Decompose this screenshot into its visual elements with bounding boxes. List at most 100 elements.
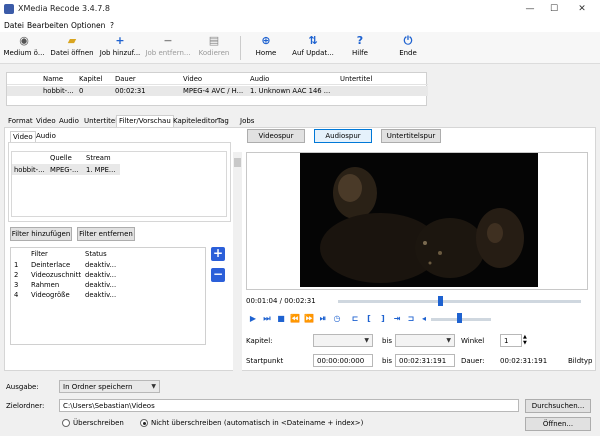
- chevron-down-icon: ▼: [364, 337, 369, 344]
- menu-datei[interactable]: Datei: [4, 21, 24, 30]
- open-file-button[interactable]: ▰ Datei öffnen: [48, 33, 96, 63]
- add-filter-button[interactable]: Filter hinzufügen: [10, 227, 72, 241]
- toolbar-separator: [240, 36, 241, 60]
- encode-icon: ▤: [208, 34, 220, 47]
- filter-name: Deinterlace: [31, 261, 71, 269]
- bracket-right-icon[interactable]: ]: [378, 314, 388, 324]
- step-forward-icon[interactable]: ⏭: [262, 314, 272, 324]
- window-title: XMedia Recode 3.4.7.8: [18, 4, 110, 13]
- kapitel-bis-label: bis: [382, 337, 393, 345]
- audiospur-button[interactable]: Audiospur: [314, 129, 372, 143]
- overwrite-radio[interactable]: [62, 419, 70, 427]
- mark-end-icon[interactable]: ⊐: [406, 314, 416, 324]
- dauer-label: Dauer:: [461, 357, 485, 365]
- winkel-input[interactable]: 1: [500, 334, 522, 347]
- globe-icon: ⊕: [261, 34, 271, 47]
- encode-button[interactable]: ▤ Kodieren: [196, 33, 232, 63]
- subtab-audio[interactable]: Audio: [34, 131, 58, 142]
- help-icon: ?: [356, 34, 364, 47]
- untertitelspur-button[interactable]: Untertitelspur: [381, 129, 441, 143]
- start-bis-label: bis: [382, 357, 393, 365]
- minimize-button[interactable]: —: [520, 2, 540, 16]
- menu-help[interactable]: ?: [110, 21, 114, 30]
- filter-nr: 1: [14, 261, 19, 269]
- stream-list[interactable]: Quelle Stream hobbit-... MPEG-... 1. MPE…: [11, 151, 227, 217]
- job-video: MPEG-4 AVC / H...: [183, 87, 244, 95]
- table-row[interactable]: hobbit-... 0 00:02:31 MPEG-4 AVC / H... …: [7, 86, 428, 96]
- winkel-spinner[interactable]: ▲ ▼: [523, 334, 527, 346]
- tab-kapiteleditor[interactable]: Kapiteleditor: [171, 116, 220, 127]
- seek-thumb[interactable]: [438, 296, 444, 306]
- menu-optionen[interactable]: Optionen: [71, 21, 105, 30]
- tab-tag[interactable]: Tag: [215, 116, 231, 127]
- seek-bar[interactable]: [338, 300, 581, 303]
- tab-jobs[interactable]: Jobs: [238, 116, 256, 127]
- kapitel-label: Kapitel:: [246, 337, 273, 345]
- open-folder-button[interactable]: Öffnen...: [525, 417, 591, 431]
- vertical-scrollbar[interactable]: [233, 152, 242, 374]
- volume-thumb[interactable]: [456, 313, 462, 323]
- filter-status: deaktiv...: [85, 281, 117, 289]
- timer-icon[interactable]: ◷: [332, 314, 342, 324]
- scrollbar-thumb[interactable]: [234, 158, 241, 167]
- volume-icon[interactable]: ◂: [419, 314, 429, 324]
- help-button[interactable]: ? Hilfe: [346, 33, 374, 63]
- kapitel-from-select[interactable]: ▼: [313, 334, 373, 347]
- mark-start-icon[interactable]: ⊏: [350, 314, 360, 324]
- menu-bar: Datei Bearbeiten Optionen ?: [0, 18, 600, 32]
- col-untertitel: Untertitel: [340, 75, 373, 83]
- add-job-button[interactable]: + Job hinzuf...: [98, 33, 142, 63]
- subtab-video[interactable]: Video: [10, 131, 36, 142]
- filter-nr: 4: [14, 291, 19, 299]
- tab-video[interactable]: Video: [34, 116, 58, 127]
- home-button[interactable]: ⊕ Home: [250, 33, 282, 63]
- table-row[interactable]: 4 Videogröße deaktiv...: [11, 290, 121, 300]
- no-overwrite-radio[interactable]: [140, 419, 148, 427]
- table-row[interactable]: hobbit-... MPEG-... 1. MPE...: [12, 164, 120, 175]
- next-frame-icon[interactable]: ⏯: [318, 314, 328, 324]
- add-filter-icon-button[interactable]: +: [211, 247, 225, 261]
- start-to-input[interactable]: 00:02:31:191: [395, 354, 455, 367]
- start-from-input[interactable]: 00:00:00:000: [313, 354, 373, 367]
- col-filter: Filter: [31, 250, 48, 258]
- power-icon: ⏻: [403, 34, 413, 47]
- browse-button[interactable]: Durchsuchen...: [525, 399, 591, 413]
- refresh-icon: ⇅: [308, 34, 318, 47]
- kapitel-to-select[interactable]: ▼: [395, 334, 455, 347]
- zielordner-input[interactable]: C:\Users\Sebastian\Videos: [59, 399, 519, 412]
- tab-filter-vorschau[interactable]: Filter/Vorschau: [116, 115, 174, 127]
- table-row[interactable]: 1 Deinterlace deaktiv...: [11, 260, 121, 270]
- videospur-button[interactable]: Videospur: [247, 129, 305, 143]
- menu-bearbeiten[interactable]: Bearbeiten: [27, 21, 68, 30]
- remove-filter-button[interactable]: Filter entfernen: [77, 227, 135, 241]
- app-icon: [4, 4, 14, 14]
- filter-nr: 3: [14, 281, 19, 289]
- filter-name: Rahmen: [31, 281, 60, 289]
- tab-untertitel[interactable]: Untertitel: [82, 116, 119, 127]
- remove-filter-icon-button[interactable]: −: [211, 268, 225, 282]
- rewind-icon[interactable]: ⏪: [290, 314, 300, 324]
- open-medium-button[interactable]: ◉ Medium ö...: [2, 33, 46, 63]
- video-still: [300, 153, 538, 287]
- play-icon[interactable]: ▶: [248, 314, 258, 324]
- exit-button[interactable]: ⏻ Ende: [394, 33, 422, 63]
- bracket-left-icon[interactable]: [: [364, 314, 374, 324]
- zielordner-label: Zielordner:: [6, 402, 45, 410]
- remove-job-button[interactable]: − Job entfern...: [144, 33, 192, 63]
- maximize-button[interactable]: ☐: [544, 2, 564, 16]
- filter-list[interactable]: Filter Status 1 Deinterlace deaktiv... 2…: [10, 247, 206, 345]
- table-row[interactable]: 2 Videozuschnitt deaktiv...: [11, 270, 121, 280]
- no-overwrite-label: Nicht überschreiben (automatisch in <Dat…: [151, 419, 364, 427]
- jump-in-icon[interactable]: ⇥: [392, 314, 402, 324]
- job-list[interactable]: Name Kapitel Dauer Video Audio Untertite…: [6, 72, 428, 106]
- close-button[interactable]: ✕: [572, 2, 592, 16]
- job-audio: 1. Unknown AAC 146 ...: [250, 87, 331, 95]
- tab-audio[interactable]: Audio: [57, 116, 81, 127]
- ausgabe-select[interactable]: In Ordner speichern ▼: [59, 380, 160, 393]
- update-button[interactable]: ⇅ Auf Updat...: [290, 33, 336, 63]
- stop-icon[interactable]: ■: [276, 314, 286, 324]
- tab-format[interactable]: Format: [6, 116, 35, 127]
- fast-forward-icon[interactable]: ⏩: [304, 314, 314, 324]
- col-audio: Audio: [250, 75, 270, 83]
- table-row[interactable]: 3 Rahmen deaktiv...: [11, 280, 121, 290]
